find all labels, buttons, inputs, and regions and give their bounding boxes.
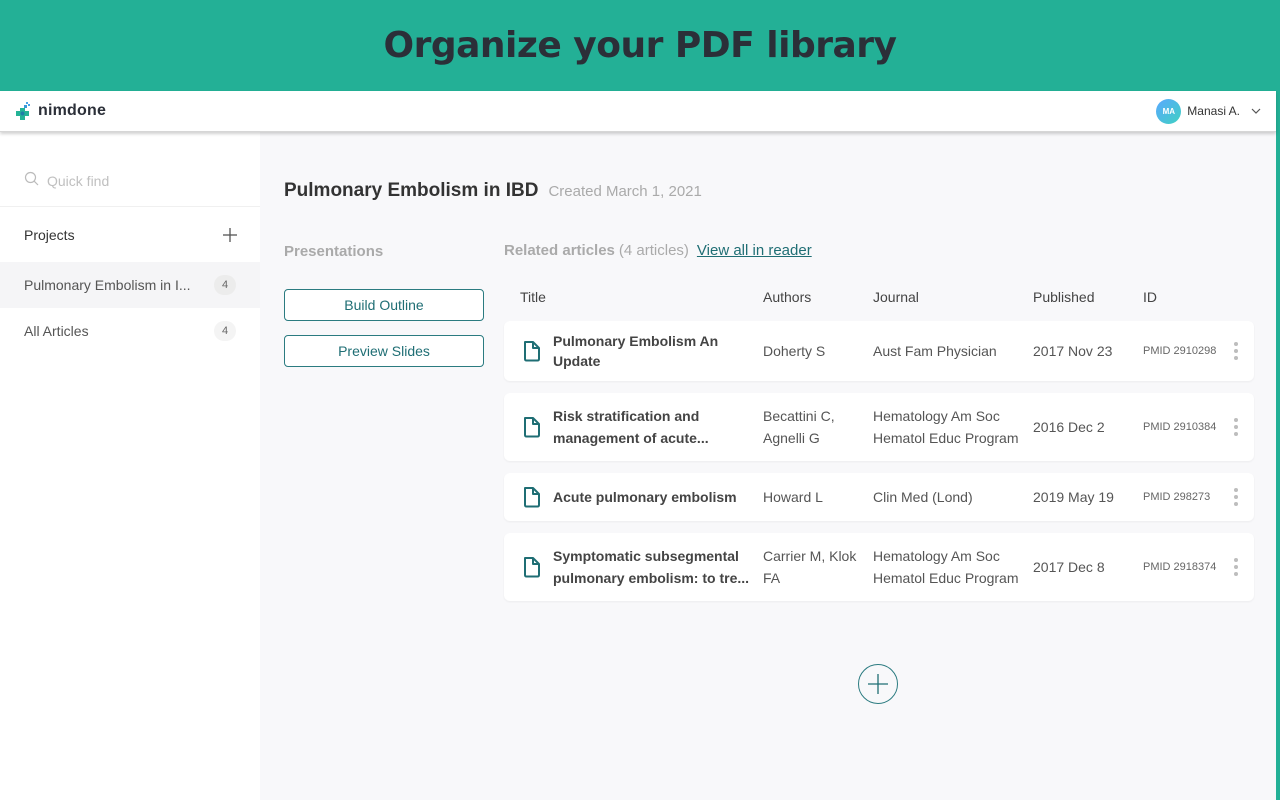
sidebar: Projects Pulmonary Embolism in I... 4 Al…	[0, 132, 260, 800]
column-header-authors[interactable]: Authors	[763, 289, 811, 305]
top-bar: nimdone MA Manasi A.	[0, 91, 1276, 132]
add-article-button[interactable]	[858, 664, 898, 704]
avatar: MA	[1156, 98, 1182, 124]
app-window: nimdone MA Manasi A. Projects Pulmonary …	[0, 91, 1276, 800]
build-outline-button[interactable]: Build Outline	[284, 289, 484, 321]
user-name: Manasi A.	[1187, 104, 1240, 118]
more-options-icon[interactable]	[1232, 488, 1240, 506]
article-title: Symptomatic subsegmental pulmonary embol…	[553, 548, 750, 586]
more-options-icon[interactable]	[1232, 342, 1240, 360]
count-badge: 4	[214, 321, 236, 341]
article-authors: Doherty S	[763, 343, 826, 359]
related-articles-header: Related articles (4 articles) View all i…	[504, 242, 812, 259]
article-count: (4 articles)	[618, 242, 689, 259]
more-options-icon[interactable]	[1232, 558, 1240, 576]
sidebar-item-label: Pulmonary Embolism in I...	[24, 277, 191, 293]
article-title: Pulmonary Embolism An Update	[553, 333, 719, 369]
brand-logo[interactable]: nimdone	[14, 101, 106, 121]
column-header-title[interactable]: Title	[520, 289, 546, 305]
related-articles-heading: Related articles	[504, 242, 615, 259]
article-journal: Aust Fam Physician	[873, 343, 997, 359]
projects-label: Projects	[24, 226, 75, 243]
user-menu[interactable]: MA Manasi A.	[1156, 98, 1262, 124]
preview-slides-button[interactable]: Preview Slides	[284, 335, 484, 367]
nimdone-logo-icon	[14, 101, 32, 121]
column-header-journal[interactable]: Journal	[873, 289, 919, 305]
chevron-down-icon[interactable]	[1250, 105, 1262, 117]
article-authors: Becattini C, Agnelli G	[763, 408, 835, 446]
article-journal: Hematology Am Soc Hematol Educ Program	[873, 408, 1019, 446]
promo-banner: Organize your PDF library	[0, 0, 1280, 91]
sidebar-item-project[interactable]: Pulmonary Embolism in I... 4	[0, 262, 260, 308]
article-id: PMID 2910298	[1143, 345, 1217, 357]
banner-headline: Organize your PDF library	[383, 25, 897, 66]
article-published: 2017 Dec 8	[1033, 559, 1105, 575]
article-id: PMID 2918374	[1143, 561, 1217, 573]
document-icon	[522, 416, 542, 438]
window-edge	[1276, 91, 1280, 800]
document-icon	[522, 556, 542, 578]
article-published: 2017 Nov 23	[1033, 343, 1113, 359]
page-title: Pulmonary Embolism in IBD	[284, 180, 539, 201]
article-title: Risk stratification and management of ac…	[553, 408, 709, 446]
plus-icon	[868, 674, 888, 694]
sidebar-item-label: All Articles	[24, 323, 89, 339]
brand-name: nimdone	[38, 102, 107, 119]
table-header: Title Authors Journal Published ID	[504, 289, 1254, 309]
document-icon	[522, 486, 542, 508]
view-all-in-reader-link[interactable]: View all in reader	[697, 242, 812, 259]
projects-header: Projects	[0, 207, 260, 262]
sidebar-item-all-articles[interactable]: All Articles 4	[0, 308, 260, 354]
document-icon	[522, 340, 542, 362]
table-row[interactable]: Symptomatic subsegmental pulmonary embol…	[504, 533, 1254, 601]
article-id: PMID 298273	[1143, 491, 1211, 503]
quick-find	[0, 132, 260, 207]
table-row[interactable]: Risk stratification and management of ac…	[504, 393, 1254, 461]
article-published: 2019 May 19	[1033, 489, 1114, 505]
project-header: Pulmonary Embolism in IBD Created March …	[284, 180, 702, 202]
article-title: Acute pulmonary embolism	[553, 489, 737, 505]
article-authors: Howard L	[763, 489, 823, 505]
article-published: 2016 Dec 2	[1033, 419, 1105, 435]
table-row[interactable]: Acute pulmonary embolism Howard L Clin M…	[504, 473, 1254, 521]
search-icon	[24, 171, 39, 191]
add-project-button[interactable]	[222, 227, 238, 243]
article-journal: Clin Med (Lond)	[873, 489, 973, 505]
created-date: Created March 1, 2021	[548, 183, 702, 200]
presentations-heading: Presentations	[284, 243, 384, 260]
column-header-published[interactable]: Published	[1033, 289, 1095, 305]
article-journal: Hematology Am Soc Hematol Educ Program	[873, 548, 1019, 586]
count-badge: 4	[214, 275, 236, 295]
table-row[interactable]: Pulmonary Embolism An Update Doherty S A…	[504, 321, 1254, 381]
more-options-icon[interactable]	[1232, 418, 1240, 436]
column-header-id[interactable]: ID	[1143, 289, 1157, 305]
article-authors: Carrier M, Klok FA	[763, 548, 857, 586]
article-id: PMID 2910384	[1143, 421, 1217, 433]
quick-find-input[interactable]	[47, 173, 247, 189]
